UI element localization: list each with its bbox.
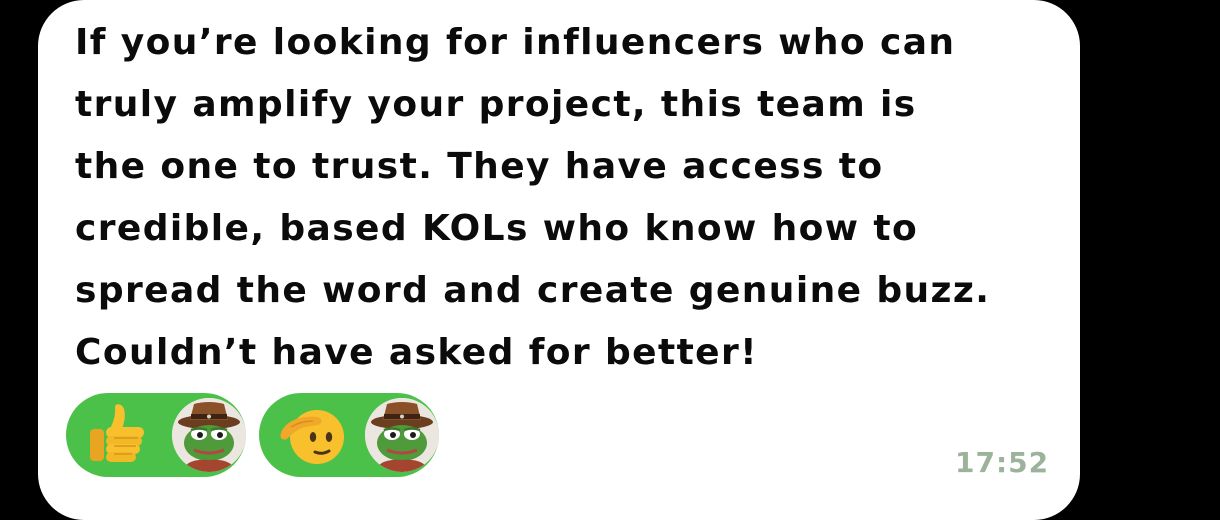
saluting-face-icon xyxy=(277,403,345,467)
thumbs-up-icon xyxy=(84,403,152,467)
message-line: If you’re looking for influencers who ca… xyxy=(75,22,956,63)
reaction-thumbs-up[interactable] xyxy=(66,393,246,477)
message-line: Couldn’t have asked for better! xyxy=(75,332,758,373)
message-timestamp: 17:52 xyxy=(955,446,1050,479)
message-line: spread the word and create genuine buzz. xyxy=(75,270,991,311)
reaction-salute[interactable] xyxy=(259,393,439,477)
message-line: truly amplify your project, this team is xyxy=(75,84,917,125)
message-text: If you’re looking for influencers who ca… xyxy=(75,12,1065,384)
frog-avatar xyxy=(365,398,439,472)
message-line: the one to trust. They have access to xyxy=(75,146,884,187)
frog-avatar xyxy=(172,398,246,472)
message-line: credible, based KOLs who know how to xyxy=(75,208,919,249)
